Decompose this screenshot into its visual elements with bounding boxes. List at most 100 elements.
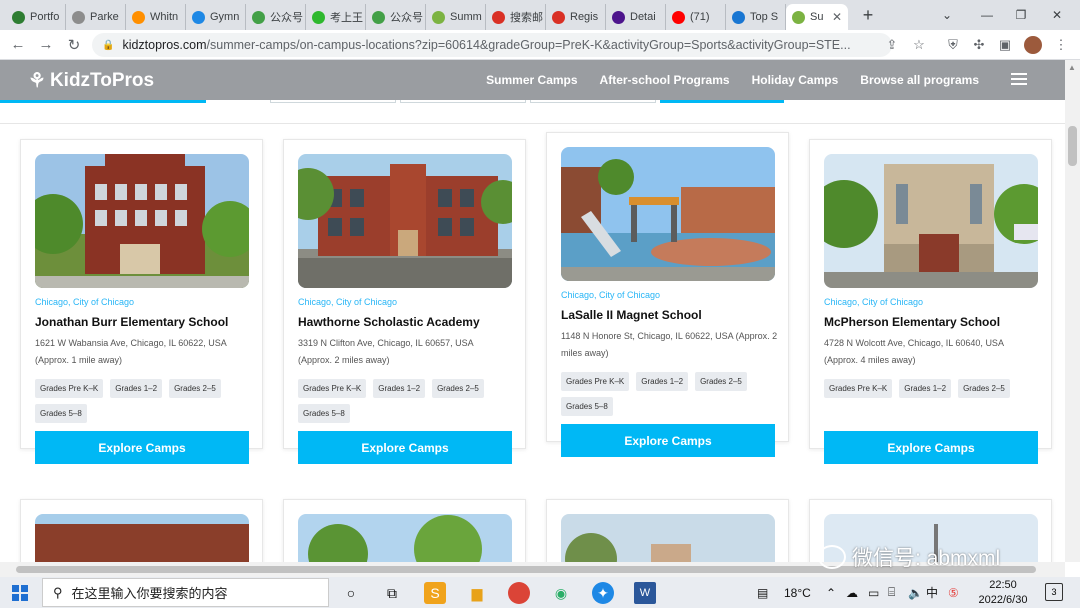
back-icon[interactable]: ← (4, 31, 32, 59)
tab-favicon-icon (132, 10, 145, 24)
nav-after-school[interactable]: After-school Programs (600, 73, 730, 87)
browser-toolbar: ← → ↻ 🔒 kidztopros.com/summer-camps/on-c… (0, 30, 1080, 60)
tab-search-icon[interactable]: ⌄ (930, 0, 964, 30)
taskbar-clock[interactable]: 22:50 2022/6/30 (975, 578, 1031, 608)
browser-tab[interactable]: Detai (606, 4, 666, 30)
school-location[interactable]: Chicago, City of Chicago (824, 297, 923, 307)
cloud-icon[interactable]: ☁ (846, 577, 858, 608)
nav-holiday-camps[interactable]: Holiday Camps (752, 73, 839, 87)
explore-camps-button[interactable]: Explore Camps (35, 431, 249, 464)
extensions-puzzle-icon[interactable]: ✣ (970, 36, 988, 54)
filter-dropdown-2[interactable] (400, 100, 526, 103)
vertical-scrollbar[interactable]: ▲ (1065, 60, 1080, 562)
bookmark-star-icon[interactable]: ☆ (910, 36, 928, 54)
browser-tab[interactable]: 考上王 (306, 4, 366, 30)
school-location[interactable]: Chicago, City of Chicago (561, 290, 660, 300)
school-location[interactable]: Chicago, City of Chicago (298, 297, 397, 307)
wechat-app-icon[interactable]: ◉ (550, 582, 572, 604)
school-card: Chicago, City of Chicago Jonathan Burr E… (20, 139, 263, 464)
temperature-label[interactable]: 18°C (784, 577, 811, 608)
browser-tab[interactable]: Whitn (126, 4, 186, 30)
browser-tab[interactable]: Su ✕ (786, 4, 848, 30)
browser-tab[interactable]: Gymn (186, 4, 246, 30)
filter-dropdown-3[interactable] (530, 100, 656, 103)
browser-tab[interactable]: Top S (726, 4, 786, 30)
grade-badges: Grades Pre K–K Grades 1–2 Grades 2–5 Gra… (298, 379, 516, 423)
school-address: 1148 N Honore St, Chicago, IL 60622, USA… (561, 331, 778, 358)
close-window-icon[interactable]: ✕ (1040, 0, 1074, 30)
browser-tab[interactable]: 公众号 (366, 4, 426, 30)
maximize-icon[interactable]: ❐ (1004, 0, 1038, 30)
volume-icon[interactable]: 🔈 (908, 577, 923, 608)
tab-label: Detai (630, 11, 656, 23)
task-view-icon[interactable]: ⧉ (381, 582, 403, 604)
school-distance: (Approx. 2 miles away) (298, 355, 390, 365)
file-explorer-icon[interactable]: ▆ (466, 582, 488, 604)
taskbar-search-input[interactable]: ⚲ 在这里输入你要搜索的内容 (42, 578, 329, 607)
cortana-icon[interactable]: ○ (340, 582, 362, 604)
grade-badge: Grades 2–5 (958, 379, 1010, 398)
logo-text: KidzToPros (49, 69, 155, 91)
school-name[interactable]: Hawthorne Scholastic Academy (298, 315, 480, 329)
tab-label: Regis (570, 11, 599, 23)
chrome-app-icon[interactable] (508, 582, 530, 604)
clock-time: 22:50 (989, 579, 1017, 591)
browser-tab[interactable]: 公众号 (246, 4, 306, 30)
school-name[interactable]: Jonathan Burr Elementary School (35, 315, 228, 329)
tab-favicon-icon (612, 10, 625, 24)
network-icon[interactable]: ⌸ (888, 577, 895, 608)
browser-tab[interactable]: Parke (66, 4, 126, 30)
explore-camps-button[interactable]: Explore Camps (824, 431, 1038, 464)
windows-start-icon[interactable] (12, 585, 28, 601)
tree-logo-icon: ⚘ (28, 70, 46, 92)
address-bar[interactable]: 🔒 kidztopros.com/summer-camps/on-campus-… (92, 33, 892, 57)
tab-favicon-icon (732, 10, 745, 24)
browser-menu-icon[interactable]: ⋮ (1052, 36, 1070, 54)
explore-camps-button[interactable]: Explore Camps (298, 431, 512, 464)
scroll-up-icon[interactable]: ▲ (1068, 63, 1076, 72)
shield-extension-icon[interactable]: ⛨ (944, 36, 962, 54)
share-icon[interactable]: ⇪ (883, 36, 901, 54)
hamburger-menu-icon[interactable] (1011, 73, 1027, 85)
browser-tab[interactable]: Portfo (6, 4, 66, 30)
filter-tab-active[interactable] (0, 100, 206, 103)
school-name[interactable]: McPherson Elementary School (824, 315, 1000, 329)
school-location[interactable]: Chicago, City of Chicago (35, 297, 134, 307)
browser-tab[interactable]: Summ (426, 4, 486, 30)
browser-tab[interactable]: (71) (666, 4, 726, 30)
sogou-ime-icon[interactable]: ⑤ (948, 577, 959, 608)
notification-center-icon[interactable]: 3 (1045, 583, 1063, 601)
new-tab-icon[interactable]: + (858, 5, 878, 26)
browser-tab[interactable]: Regis (546, 4, 606, 30)
reload-icon[interactable]: ↻ (60, 31, 88, 59)
profile-avatar[interactable] (1024, 36, 1042, 54)
tab-favicon-icon (432, 10, 445, 24)
school-results: Chicago, City of Chicago Jonathan Burr E… (0, 124, 1065, 562)
ime-indicator[interactable]: 中 (926, 577, 938, 608)
explore-camps-button[interactable]: Explore Camps (561, 424, 775, 457)
close-tab-icon[interactable]: ✕ (832, 10, 842, 24)
minimize-icon[interactable]: — (970, 0, 1004, 30)
side-panel-icon[interactable]: ▣ (996, 36, 1014, 54)
word-app-icon[interactable]: W (634, 582, 656, 604)
sublime-app-icon[interactable]: S (424, 582, 446, 604)
lock-icon: 🔒 (102, 39, 115, 51)
tab-label: Top S (750, 11, 779, 23)
tray-overflow-icon[interactable]: ⌃ (826, 577, 836, 608)
school-name[interactable]: LaSalle II Magnet School (561, 308, 702, 322)
tab-favicon-icon (492, 10, 505, 24)
vertical-scroll-thumb[interactable] (1068, 126, 1077, 166)
grade-badges: Grades Pre K–K Grades 1–2 Grades 2–5 Gra… (561, 372, 779, 416)
nav-browse-all[interactable]: Browse all programs (860, 73, 979, 87)
site-logo[interactable]: ⚘ KidzToPros (28, 68, 154, 93)
grade-badges: Grades Pre K–K Grades 1–2 Grades 2–5 (824, 379, 1042, 398)
forward-icon[interactable]: → (32, 31, 60, 59)
nav-summer-camps[interactable]: Summer Camps (486, 73, 577, 87)
news-weather-icon[interactable]: ▤ (757, 577, 768, 608)
filter-search-button[interactable] (660, 100, 784, 103)
feishu-app-icon[interactable]: ✦ (592, 582, 614, 604)
grade-badge: Grades 2–5 (695, 372, 747, 391)
filter-dropdown-1[interactable] (270, 100, 396, 103)
browser-tab[interactable]: 搜索邮 (486, 4, 546, 30)
battery-icon[interactable]: ▭ (868, 577, 879, 608)
